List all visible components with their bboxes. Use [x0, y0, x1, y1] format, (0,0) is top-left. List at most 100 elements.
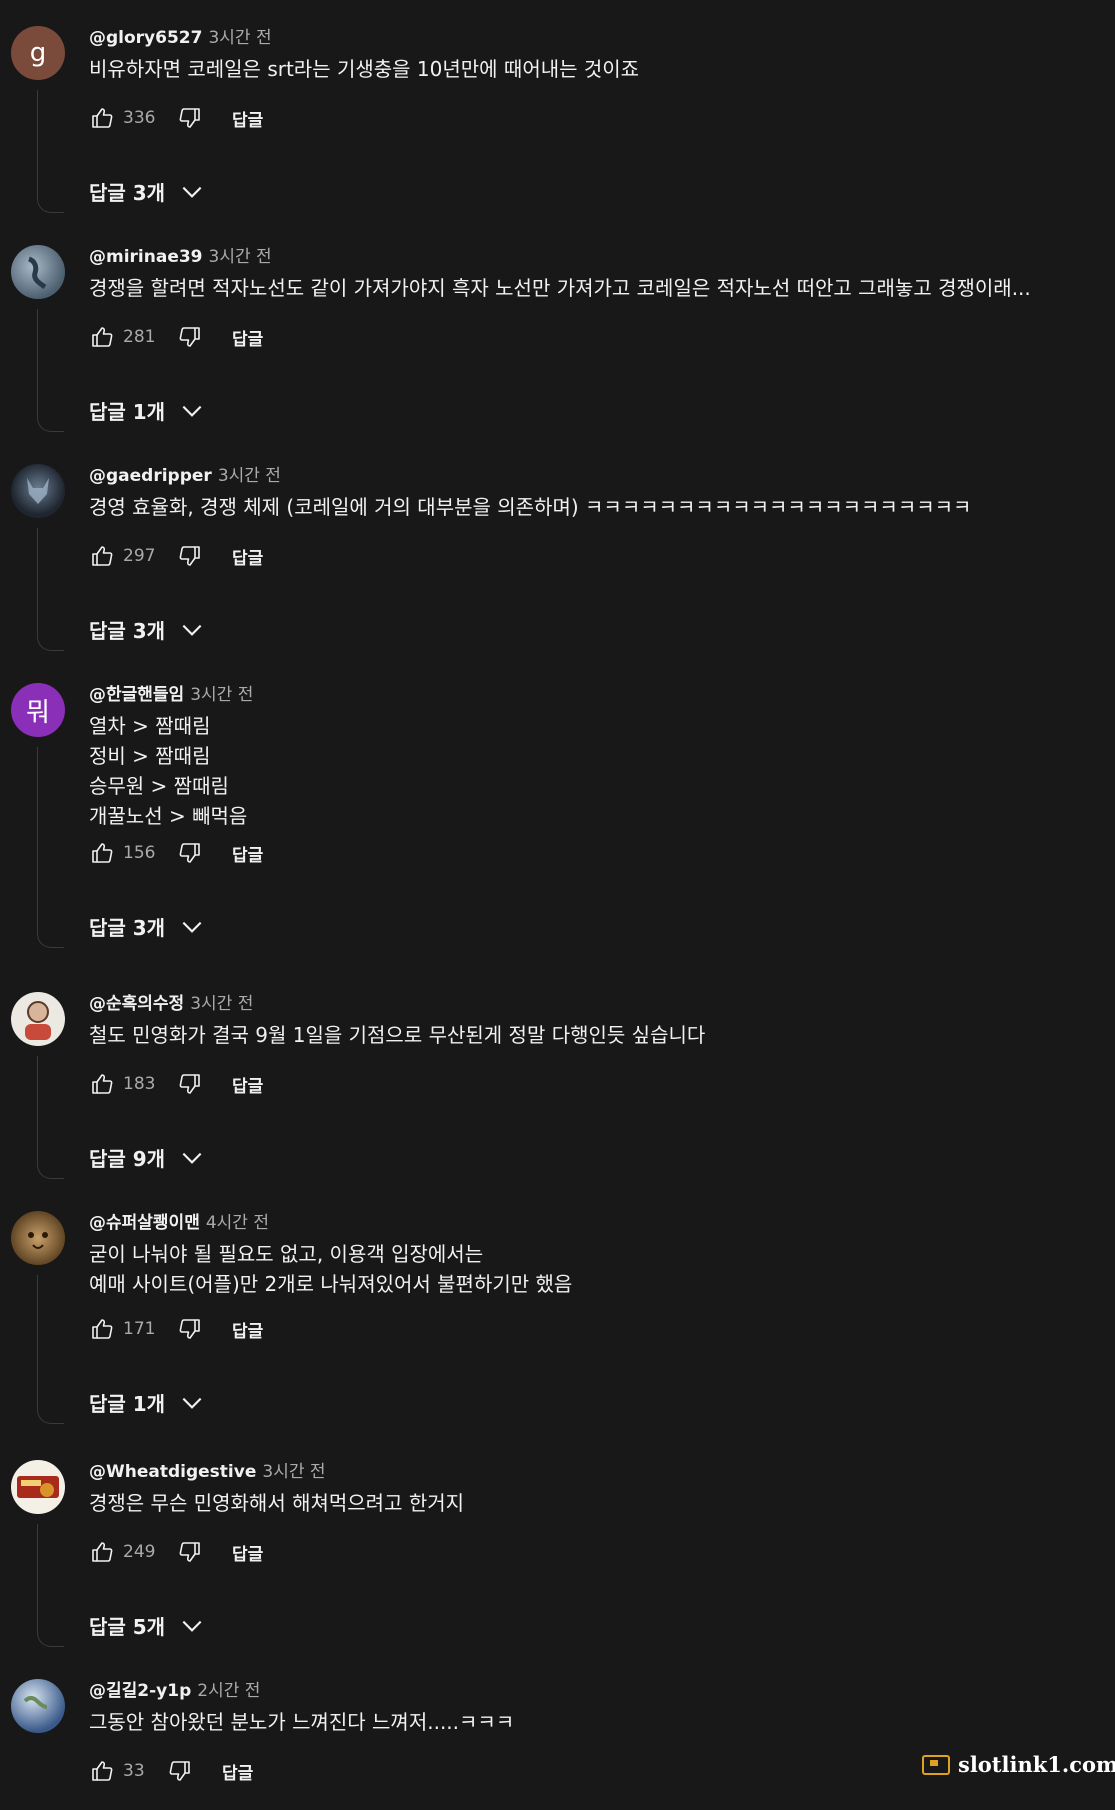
avatar[interactable] — [11, 245, 65, 299]
comment-actions: 281 답글 — [89, 324, 263, 350]
comment-author[interactable]: @mirinae39 — [89, 247, 203, 267]
comment-actions: 297 답글 — [89, 543, 263, 569]
comment-actions: 183 답글 — [89, 1071, 263, 1097]
like-count: 281 — [123, 327, 156, 347]
comment-text: 열차 > 짬때림 정비 > 짬때림 승무원 > 짬때림 개꿀노선 > 빼먹음 — [89, 711, 247, 831]
reply-button[interactable]: 답글 — [232, 1072, 263, 1097]
comment-actions: 249 답글 — [89, 1539, 263, 1565]
reply-button[interactable]: 답글 — [232, 325, 263, 350]
avatar[interactable] — [11, 464, 65, 518]
comment-author[interactable]: @Wheatdigestive — [89, 1462, 256, 1482]
dislike-icon[interactable] — [177, 1316, 203, 1342]
like-count: 297 — [123, 546, 156, 566]
dislike-icon[interactable] — [167, 1758, 193, 1784]
like-count: 171 — [123, 1319, 156, 1339]
comment-time[interactable]: 2시간 전 — [197, 1681, 260, 1701]
reply-button[interactable]: 답글 — [232, 1317, 263, 1342]
comment-author[interactable]: @슈퍼살쾡이맨 — [89, 1213, 200, 1233]
dislike-icon[interactable] — [177, 1071, 203, 1097]
dislike-icon[interactable] — [177, 1539, 203, 1565]
comment-line: 열차 > 짬때림 — [89, 714, 211, 738]
replies-label: 답글 5개 — [89, 1615, 166, 1639]
avatar-letter: g — [29, 38, 47, 68]
comment-time[interactable]: 3시간 전 — [218, 466, 281, 486]
avatar[interactable] — [11, 992, 65, 1046]
chevron-down-icon — [182, 624, 202, 636]
avatar[interactable] — [11, 1460, 65, 1514]
reply-button[interactable]: 답글 — [232, 544, 263, 569]
like-icon[interactable] — [89, 1071, 115, 1097]
reply-button[interactable]: 답글 — [232, 106, 263, 131]
comment-line: 개꿀노선 > 빼먹음 — [89, 804, 248, 828]
comment-author[interactable]: @길길2-y1p — [89, 1681, 191, 1701]
reply-button[interactable]: 답글 — [222, 1759, 253, 1784]
view-replies-button[interactable]: 답글 1개 — [89, 1388, 205, 1417]
chevron-down-icon — [182, 1620, 202, 1632]
replies-label: 답글 9개 — [89, 1147, 166, 1171]
avatar[interactable]: g — [11, 26, 65, 80]
comment-line: 그동안 참아왔던 분노가 느껴진다 느껴저.....ㅋㅋㅋ — [89, 1710, 515, 1734]
reply-button[interactable]: 답글 — [232, 1540, 263, 1565]
chevron-down-icon — [182, 1397, 202, 1409]
comment-line: 승무원 > 짬때림 — [89, 774, 229, 798]
replies-label: 답글 3개 — [89, 181, 166, 205]
like-count: 249 — [123, 1542, 156, 1562]
view-replies-button[interactable]: 답글 5개 — [89, 1611, 205, 1640]
comment-author[interactable]: @순혹의수정 — [89, 994, 184, 1014]
comment-line: 철도 민영화가 결국 9월 1일을 기점으로 무산된게 정말 다행인듯 싶습니다 — [89, 1023, 706, 1047]
like-icon[interactable] — [89, 1539, 115, 1565]
view-replies-button[interactable]: 답글 3개 — [89, 177, 205, 206]
view-replies-button[interactable]: 답글 9개 — [89, 1143, 205, 1172]
comment-time[interactable]: 3시간 전 — [209, 247, 272, 267]
comment-author[interactable]: @gaedripper — [89, 466, 212, 486]
comment-time[interactable]: 3시간 전 — [208, 28, 271, 48]
cat-icon — [28, 1232, 48, 1249]
watermark: slotlink1.com — [922, 1752, 1115, 1777]
chevron-down-icon — [182, 1152, 202, 1164]
thread-line — [37, 90, 64, 213]
comment-line: 비유하자면 코레일은 srt라는 기생충을 10년만에 때어내는 것이죠 — [89, 57, 640, 81]
view-replies-button[interactable]: 답글 3개 — [89, 615, 205, 644]
comment-time[interactable]: 4시간 전 — [206, 1213, 269, 1233]
dislike-icon[interactable] — [177, 324, 203, 350]
like-icon[interactable] — [89, 105, 115, 131]
reply-button[interactable]: 답글 — [232, 841, 263, 866]
wolf-icon — [27, 478, 49, 504]
chevron-down-icon — [182, 405, 202, 417]
dislike-icon[interactable] — [177, 543, 203, 569]
view-replies-button[interactable]: 답글 1개 — [89, 396, 205, 425]
comment-line: 경쟁을 할려면 적자노선도 같이 가져가야지 흑자 노선만 가져가고 코레일은 … — [89, 276, 1031, 300]
globe-icon — [27, 256, 47, 290]
thread-line — [37, 1275, 64, 1424]
comment-text: 철도 민영화가 결국 9월 1일을 기점으로 무산된게 정말 다행인듯 싶습니다 — [89, 1020, 705, 1050]
comment-author[interactable]: @한글핸들임 — [89, 685, 184, 705]
like-count: 183 — [123, 1074, 156, 1094]
comment-actions: 156 답글 — [89, 840, 263, 866]
like-icon[interactable] — [89, 840, 115, 866]
avatar[interactable] — [11, 1679, 65, 1733]
comment-line: 굳이 나눠야 될 필요도 없고, 이용객 입장에서는 — [89, 1242, 484, 1266]
view-replies-button[interactable]: 답글 3개 — [89, 912, 205, 941]
comment-time[interactable]: 3시간 전 — [190, 685, 253, 705]
like-icon[interactable] — [89, 324, 115, 350]
comment-text: 굳이 나눠야 될 필요도 없고, 이용객 입장에서는 예매 사이트(어플)만 2… — [89, 1239, 572, 1299]
cartoon-face-icon — [25, 1001, 51, 1040]
like-icon[interactable] — [89, 1758, 115, 1784]
comment-author[interactable]: @glory6527 — [89, 28, 202, 48]
watermark-logo-icon — [922, 1754, 950, 1775]
like-count: 336 — [123, 108, 156, 128]
avatar[interactable] — [11, 1211, 65, 1265]
comment-time[interactable]: 3시간 전 — [262, 1462, 325, 1482]
dislike-icon[interactable] — [177, 840, 203, 866]
like-icon[interactable] — [89, 543, 115, 569]
chevron-down-icon — [182, 186, 202, 198]
replies-label: 답글 1개 — [89, 1392, 166, 1416]
comment-text: 경영 효율화, 경쟁 체제 (코레일에 거의 대부분을 의존하며) ㅋㅋㅋㅋㅋㅋ… — [89, 492, 971, 522]
dislike-icon[interactable] — [177, 105, 203, 131]
avatar[interactable]: 뭐 — [11, 683, 65, 737]
comment-text: 경쟁은 무슨 민영화해서 해쳐먹으려고 한거지 — [89, 1488, 464, 1518]
like-icon[interactable] — [89, 1316, 115, 1342]
replies-label: 답글 1개 — [89, 400, 166, 424]
comment-line: 예매 사이트(어플)만 2개로 나눠져있어서 불편하기만 했음 — [89, 1272, 573, 1296]
comment-time[interactable]: 3시간 전 — [190, 994, 253, 1014]
